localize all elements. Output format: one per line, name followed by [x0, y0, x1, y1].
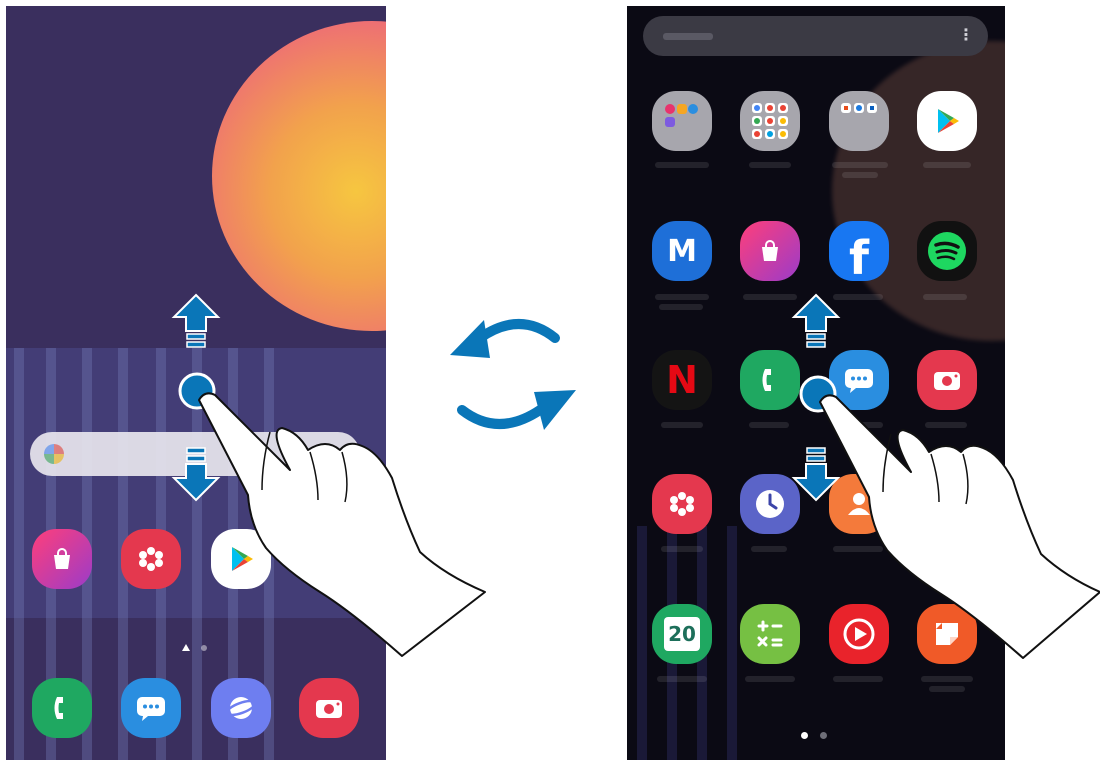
rotate-arrows-icon	[450, 319, 576, 430]
swipe-up-arrow	[171, 293, 221, 348]
home-gesture-overlay	[171, 293, 486, 657]
hand-pointer	[819, 394, 1100, 659]
apps-gesture-overlay	[791, 293, 1100, 659]
swipe-down-arrow	[171, 447, 221, 502]
swipe-up-arrow	[791, 293, 841, 348]
swipe-down-arrow	[791, 447, 841, 502]
